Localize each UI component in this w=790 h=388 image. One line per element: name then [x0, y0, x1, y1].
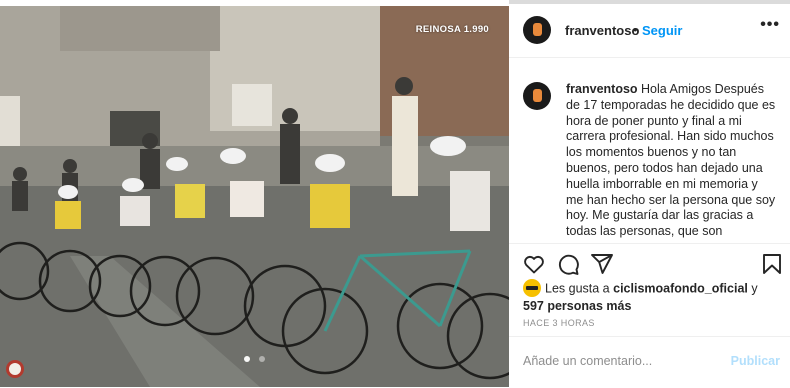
- comment-icon[interactable]: [556, 252, 580, 276]
- share-icon[interactable]: [590, 252, 614, 276]
- comment-box: Añade un comentario... Publicar: [509, 336, 790, 388]
- caption-avatar[interactable]: [523, 82, 551, 110]
- post-photo[interactable]: REINOSA 1.990: [0, 6, 509, 387]
- likes-count[interactable]: 597 personas más: [523, 299, 631, 313]
- caption-body: Hola Amigos Después de 17 temporadas he …: [566, 82, 776, 238]
- race-start-photo: [0, 6, 509, 387]
- photo-watermark: REINOSA 1.990: [415, 24, 489, 35]
- carousel-dot[interactable]: [258, 356, 265, 362]
- liker-avatar[interactable]: [523, 279, 541, 297]
- post-timestamp[interactable]: HACE 3 HORAS: [523, 318, 595, 328]
- carousel-indicator[interactable]: [0, 349, 509, 367]
- comment-input[interactable]: Añade un comentario...: [523, 354, 652, 368]
- publish-button[interactable]: Publicar: [731, 354, 780, 368]
- follow-button[interactable]: Seguir: [642, 23, 682, 38]
- carousel-dot-active[interactable]: [244, 356, 251, 362]
- username-link[interactable]: franventoso: [565, 23, 639, 38]
- more-options-icon[interactable]: •••: [760, 16, 780, 34]
- heart-icon[interactable]: [522, 252, 546, 276]
- avatar[interactable]: [523, 16, 551, 44]
- bookmark-icon[interactable]: [760, 252, 784, 276]
- likes-summary: Les gusta a ciclismoafondo_oficial y 597…: [523, 279, 780, 314]
- caption-username[interactable]: franventoso: [566, 82, 638, 96]
- post-header: franventoso • Seguir •••: [509, 4, 790, 58]
- likes-prefix: Les gusta a: [545, 281, 610, 296]
- post-side-panel: franventoso • Seguir ••• franventoso Hol…: [509, 0, 790, 387]
- liker-username[interactable]: ciclismoafondo_oficial: [613, 281, 748, 295]
- separator-dot: •: [633, 22, 638, 37]
- post-caption: franventoso Hola Amigos Después de 17 te…: [523, 78, 776, 238]
- caption-text: franventoso Hola Amigos Después de 17 te…: [566, 82, 776, 238]
- likes-and: y: [751, 281, 758, 296]
